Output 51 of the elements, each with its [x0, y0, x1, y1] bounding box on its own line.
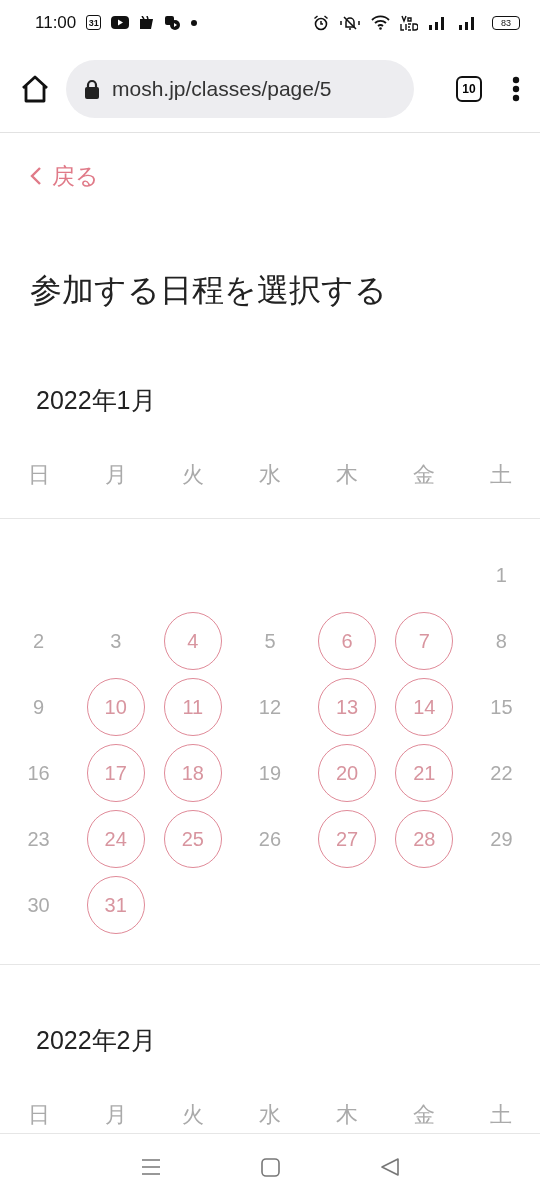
weekday-label: 土 [490, 460, 513, 489]
month-heading: 2022年1月 [35, 385, 157, 415]
weekday-label: 水 [259, 460, 281, 489]
more-icon[interactable] [512, 75, 520, 102]
date-label: 22 [489, 760, 514, 786]
battery-icon: 83 [492, 15, 520, 30]
clock-time: 11:00 [35, 12, 77, 33]
menu-icon[interactable] [140, 1158, 161, 1176]
mute-icon [339, 14, 361, 31]
date-label: 8 [494, 628, 508, 654]
wifi-icon [371, 15, 390, 30]
weekday-label: 日 [27, 460, 50, 489]
weekday-label: 木 [336, 460, 359, 489]
weekday-label: 日 [27, 1100, 50, 1129]
volte-icon [400, 14, 418, 31]
weekday-label: 月 [104, 460, 127, 489]
back-icon[interactable] [379, 1157, 400, 1177]
weekday-label: 金 [413, 1100, 436, 1129]
date-label: 26 [257, 826, 283, 852]
date-label: 16 [26, 760, 51, 786]
date-label: 5 [263, 628, 277, 654]
date-label: 2 [32, 628, 46, 654]
weekday-label: 火 [181, 1100, 204, 1129]
date-label: 15 [489, 694, 514, 720]
month-heading: 2022年2月 [35, 1025, 157, 1055]
tab-count-button[interactable]: 10 [456, 75, 482, 102]
alarm-icon [313, 14, 329, 31]
weekday-label: 火 [181, 460, 204, 489]
lock-icon [84, 78, 100, 99]
home-button-icon[interactable] [260, 1157, 280, 1177]
date-label: 29 [489, 826, 514, 852]
dot-icon [191, 19, 198, 26]
date-label: 19 [257, 760, 283, 786]
chevron-left-icon [30, 166, 42, 186]
date-label: 23 [26, 826, 51, 852]
back-link[interactable]: 戻る [30, 161, 99, 191]
home-icon[interactable] [20, 74, 50, 103]
date-label: 9 [32, 694, 46, 720]
page-title: 参加する日程を選択する [30, 271, 388, 310]
date-label: 1 [494, 562, 508, 588]
weekday-label: 水 [259, 1100, 281, 1129]
calendar-icon: 31 [86, 15, 102, 30]
address-bar[interactable]: mosh.jp/classes/page/5 [66, 59, 414, 118]
weekday-label: 土 [490, 1100, 513, 1129]
date-label: 30 [26, 892, 51, 918]
date-label: 3 [109, 628, 123, 654]
date-label: 12 [257, 694, 283, 720]
weekday-label: 金 [413, 460, 436, 489]
play-icon [111, 16, 130, 29]
weekday-label: 月 [104, 1100, 127, 1129]
weekday-label: 木 [336, 1100, 359, 1129]
